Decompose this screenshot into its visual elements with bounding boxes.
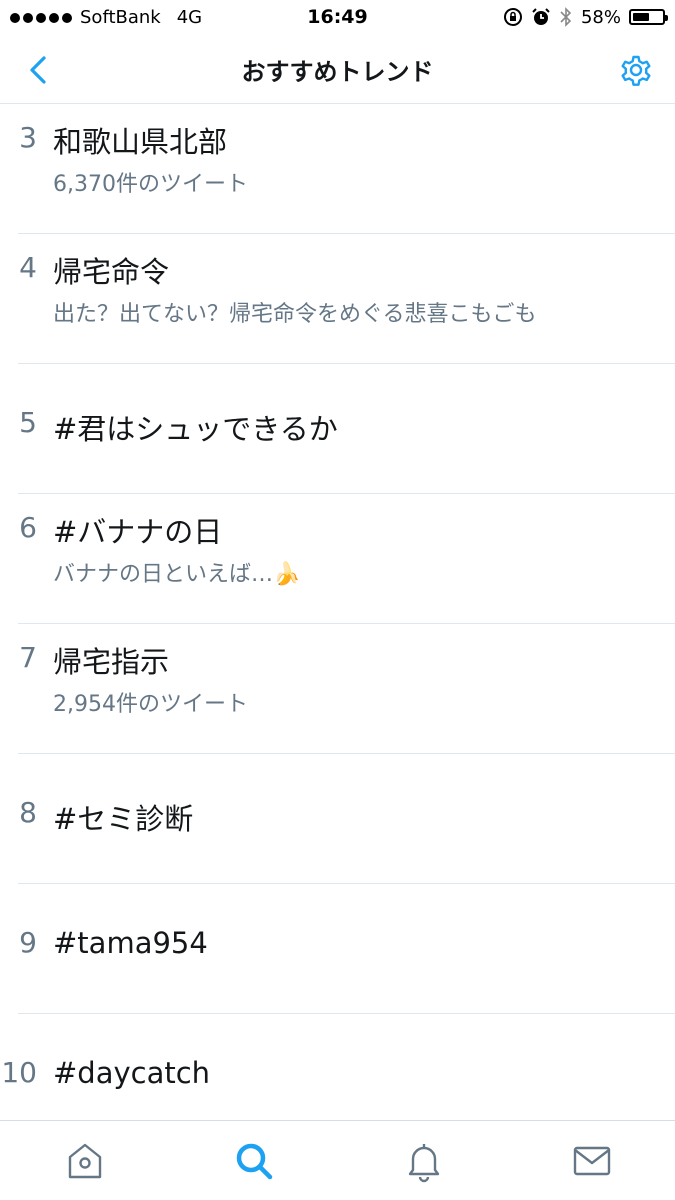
tab-bar [0, 1120, 675, 1200]
home-icon [68, 1143, 102, 1179]
trend-subtitle: バナナの日といえば…🍌 [53, 562, 301, 587]
trend-name: #バナナの日 [53, 515, 223, 549]
bell-icon [408, 1144, 440, 1183]
trend-name: 帰宅命令 [53, 255, 170, 289]
alarm-icon [532, 8, 550, 25]
trend-item[interactable]: 9 #tama954 [0, 884, 675, 1014]
status-bar: SoftBank 4G 16:49 58% [0, 0, 675, 36]
trend-rank: 7 [19, 641, 37, 674]
trend-rank: 10 [1, 1056, 37, 1089]
trend-item[interactable]: 7 帰宅指示 2,954件のツイート [0, 624, 675, 754]
battery-percent: 58% [580, 6, 621, 28]
trend-subtitle: 出た？出てない？帰宅命令をめぐる悲喜こもごも [53, 302, 537, 327]
trend-item[interactable]: 3 和歌山県北部 6,370件のツイート [0, 104, 675, 234]
status-right: 58% [503, 6, 668, 28]
navigation-bar: おすすめトレンド [0, 36, 675, 104]
trend-item[interactable]: 6 #バナナの日バナナの日といえば…🍌 [0, 494, 675, 624]
trend-name: #セミ診断 [53, 802, 194, 836]
trend-rank: 9 [19, 926, 37, 959]
tab-home[interactable] [63, 1139, 107, 1183]
trend-subtitle: 2,954件のツイート [53, 692, 248, 717]
trend-name: 和歌山県北部 [53, 125, 228, 159]
trend-name: #君はシュッできるか [53, 412, 338, 446]
trend-name: #tama954 [53, 926, 208, 960]
bluetooth-icon [560, 7, 572, 27]
trend-rank: 4 [19, 251, 37, 284]
trend-rank: 6 [19, 511, 37, 544]
search-icon [236, 1143, 273, 1180]
page-title: おすすめトレンド [241, 58, 434, 86]
trend-item[interactable]: 5 #君はシュッできるか [0, 364, 675, 494]
orientation-lock-icon [503, 8, 522, 26]
tab-messages[interactable] [570, 1139, 614, 1183]
battery-icon [629, 9, 668, 25]
trend-item[interactable]: 4 帰宅命令出た？出てない？帰宅命令をめぐる悲喜こもごも [0, 234, 675, 364]
mail-icon [573, 1146, 611, 1176]
trend-subtitle: 6,370件のツイート [53, 172, 248, 197]
settings-button[interactable] [615, 49, 657, 91]
trend-name: 帰宅指示 [53, 645, 170, 679]
tab-notifications[interactable] [402, 1139, 446, 1183]
trends-list: 3 和歌山県北部 6,370件のツイート 4 帰宅命令出た？出てない？帰宅命令をめぐる悲… [0, 104, 675, 1144]
trend-name: #daycatch [53, 1056, 211, 1090]
trend-rank: 8 [19, 796, 37, 829]
trend-item[interactable]: 8 #セミ診断 [0, 754, 675, 884]
tab-search[interactable] [232, 1139, 276, 1183]
trend-rank: 3 [19, 121, 37, 154]
trend-rank: 5 [19, 406, 37, 439]
gear-icon [621, 55, 651, 86]
